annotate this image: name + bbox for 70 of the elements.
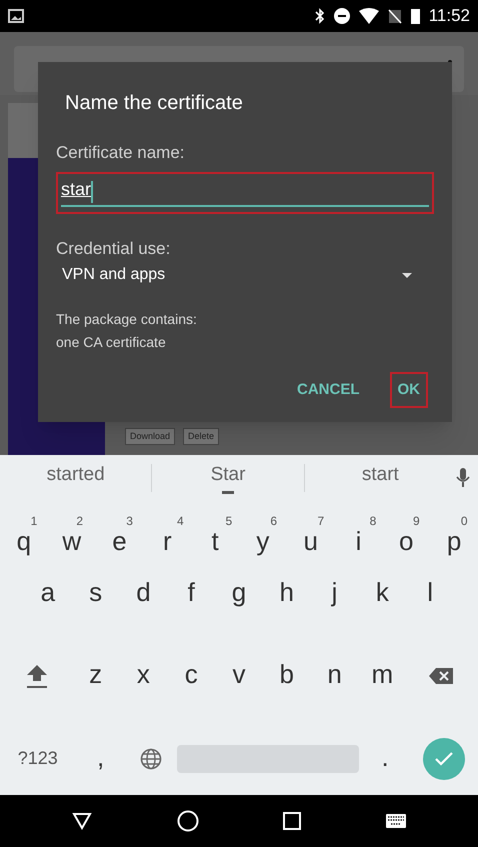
symbols-key[interactable]: ?123	[18, 745, 58, 772]
dropdown-caret-icon	[402, 272, 412, 278]
key-hint: 4	[176, 513, 184, 530]
certificate-name-field[interactable]: star	[56, 172, 434, 214]
field-label: Credential use:	[56, 238, 172, 260]
key[interactable]: n	[327, 661, 342, 691]
info-text: The package contains:	[56, 310, 198, 329]
globe-icon[interactable]	[140, 748, 162, 770]
back-icon[interactable]	[72, 812, 92, 830]
check-icon	[434, 750, 454, 766]
key[interactable]: c	[184, 661, 198, 691]
key[interactable]: i	[356, 528, 362, 554]
key-hint: 1	[30, 513, 38, 530]
key[interactable]: k	[376, 579, 389, 609]
key[interactable]: o	[399, 528, 414, 554]
key[interactable]: q	[16, 528, 32, 554]
key-hint: 9	[413, 513, 420, 530]
image-notification-icon	[8, 9, 24, 23]
key[interactable]: d	[136, 579, 151, 609]
wifi-icon	[358, 8, 379, 24]
key[interactable]: j	[332, 579, 338, 609]
key[interactable]: v	[232, 661, 246, 691]
key[interactable]: .	[381, 744, 389, 774]
no-sim-icon	[388, 8, 402, 24]
key[interactable]: u	[303, 528, 318, 554]
microphone-icon[interactable]	[456, 468, 470, 488]
key[interactable]: h	[280, 579, 294, 609]
key[interactable]: e	[112, 528, 127, 554]
key[interactable]: m	[372, 661, 394, 691]
key[interactable]: g	[232, 579, 246, 609]
battery-icon	[410, 8, 420, 24]
credential-use-dropdown[interactable]: VPN and apps	[56, 261, 434, 289]
home-icon[interactable]	[176, 810, 199, 832]
key-hint: 8	[370, 513, 376, 530]
key-hint: 3	[126, 513, 133, 530]
key-hint: 7	[317, 513, 324, 530]
suggestion[interactable]: started	[46, 461, 105, 490]
shift-icon[interactable]	[26, 664, 48, 688]
key-hint: 2	[76, 513, 83, 530]
key-hint: 0	[460, 513, 468, 530]
field-label: Certificate name:	[56, 142, 186, 164]
suggestion[interactable]: start	[362, 461, 399, 490]
dialog-button[interactable]: OK	[390, 372, 428, 408]
key[interactable]: p	[446, 528, 462, 554]
backspace-icon[interactable]	[429, 668, 454, 684]
key[interactable]: t	[211, 528, 219, 554]
key[interactable]: f	[188, 579, 195, 609]
key-hint: 6	[270, 513, 278, 530]
key[interactable]: w	[62, 528, 82, 554]
clock: 11:52	[428, 5, 470, 28]
suggestion[interactable]: Star	[210, 461, 246, 490]
key[interactable]: s	[89, 579, 102, 609]
keyboard-icon[interactable]	[386, 814, 406, 828]
key[interactable]: r	[162, 528, 172, 554]
key-hint: 5	[225, 513, 232, 530]
key[interactable]: a	[40, 579, 56, 609]
do-not-disturb-icon	[334, 8, 350, 24]
key[interactable]: x	[136, 661, 150, 691]
key[interactable]: ,	[97, 744, 104, 774]
key[interactable]: b	[280, 661, 294, 691]
bluetooth-icon	[314, 8, 325, 24]
info-text: one CA certificate	[56, 333, 167, 352]
recents-icon[interactable]	[283, 812, 302, 830]
key[interactable]: y	[256, 528, 270, 554]
dialog-button[interactable]: CANCEL	[289, 372, 368, 408]
more-suggestions-icon[interactable]	[222, 490, 234, 494]
dialog-title: Name the certificate	[64, 91, 244, 116]
field-value: star	[61, 178, 92, 200]
key[interactable]: z	[89, 661, 102, 691]
key[interactable]: l	[427, 579, 434, 609]
